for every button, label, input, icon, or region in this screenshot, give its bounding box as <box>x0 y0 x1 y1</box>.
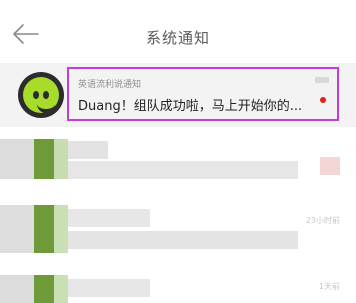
notification-sender: 英语流利说通知 <box>78 80 142 90</box>
notification-item[interactable]: 英语流利说通知 Duang！组队成功啦，马上开始你的... <box>0 63 356 127</box>
header-bar: 系统通知 <box>0 0 356 66</box>
notification-item-blurred[interactable]: 1天前 <box>0 263 356 303</box>
unread-dot <box>320 97 326 103</box>
notification-time: 23小时前 <box>305 216 340 225</box>
highlight-box: 英语流利说通知 Duang！组队成功啦，马上开始你的... <box>67 67 339 121</box>
avatar <box>18 72 64 118</box>
notification-message: Duang！组队成功啦，马上开始你的... <box>78 99 303 114</box>
notification-item-blurred[interactable]: 23小时前 <box>0 195 356 263</box>
page-title: 系统通知 <box>145 29 210 47</box>
notification-time <box>315 77 329 83</box>
notification-time: 1天前 <box>318 282 340 291</box>
smiley-logo-icon <box>23 77 59 113</box>
notification-item-blurred[interactable] <box>0 127 356 195</box>
